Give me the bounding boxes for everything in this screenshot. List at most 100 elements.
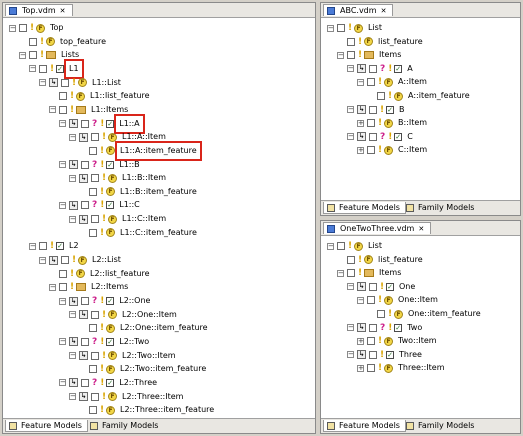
collapse-icon[interactable]: −: [59, 338, 66, 346]
selection-checkbox[interactable]: [81, 119, 89, 128]
tree-row[interactable]: ! F L1::list_feature: [49, 89, 152, 103]
collapse-icon[interactable]: −: [69, 311, 76, 319]
tree-row[interactable]: − ↳! ✓ Three: [347, 348, 424, 362]
tree-row[interactable]: −! F List: [327, 21, 384, 35]
tree-node-label[interactable]: L2::Three::item_feature: [118, 403, 216, 417]
selection-checkbox[interactable]: [369, 350, 377, 359]
tree-node-label[interactable]: list_feature: [376, 253, 425, 267]
selection-checkbox[interactable]: [59, 269, 67, 278]
tree-node-label[interactable]: Two: [405, 321, 424, 335]
tree-row[interactable]: − ↳! ✓ B: [347, 103, 407, 117]
selection-checkbox[interactable]: [61, 256, 69, 265]
tree-node-label[interactable]: One::item_feature: [406, 307, 483, 321]
tab-family-models[interactable]: Family Models: [403, 202, 479, 214]
tree-row[interactable]: −! ✓ L2: [29, 239, 81, 253]
tree-row[interactable]: − ↳?! ✓ L1::C: [59, 198, 142, 212]
collapse-icon[interactable]: −: [19, 51, 26, 59]
tab-abc-vdm[interactable]: ABC.vdm ✕: [323, 4, 394, 16]
tree-node-label[interactable]: A::Item: [396, 75, 429, 89]
tree-node-label[interactable]: L2: [67, 239, 81, 253]
collapse-icon[interactable]: −: [347, 106, 354, 114]
expand-icon[interactable]: +: [357, 119, 364, 127]
tree-row[interactable]: −! F One::Item: [357, 293, 440, 307]
tab-family-models[interactable]: Family Models: [87, 420, 163, 432]
tree-row[interactable]: −! L2::Items: [49, 280, 130, 294]
selection-checkbox[interactable]: [377, 92, 385, 100]
selection-checkbox[interactable]: [347, 37, 355, 46]
tree-node-label[interactable]: L1::List: [90, 76, 123, 90]
highlighted-tree-node-label[interactable]: L1::A::item_feature: [115, 140, 202, 161]
collapse-icon[interactable]: −: [69, 352, 76, 360]
tree-row[interactable]: − ↳?! ✓ L2::Two: [59, 335, 151, 349]
tree-row[interactable]: +! F B::Item: [357, 116, 429, 130]
collapse-icon[interactable]: −: [59, 297, 66, 305]
tree-node-label[interactable]: L2::List: [90, 253, 123, 267]
tree-node-label[interactable]: B::Item: [396, 116, 429, 130]
selection-checkbox[interactable]: [369, 282, 377, 291]
tree-node-label[interactable]: L2::Items: [89, 280, 130, 294]
top-feature-tree[interactable]: −! F Top! Ftop_feature −! Lists −! ✓ L1− ↳! F L1::L…: [3, 17, 315, 419]
selection-checkbox[interactable]: [81, 337, 89, 346]
tree-node-label[interactable]: Three: [397, 348, 424, 362]
tree-row[interactable]: − ↳?! ✓ L1::B: [59, 158, 142, 172]
tree-node-label[interactable]: Top: [48, 21, 66, 35]
tree-row[interactable]: −! ✓ L1: [29, 58, 84, 79]
tree-row[interactable]: − ↳?! ✓ A: [347, 62, 415, 76]
selection-checkbox[interactable]: [369, 105, 377, 114]
tree-row[interactable]: −! Items: [337, 48, 403, 62]
collapse-icon[interactable]: −: [357, 296, 364, 304]
collapse-icon[interactable]: −: [69, 133, 76, 141]
tree-node-label[interactable]: L1::C::item_feature: [118, 226, 199, 240]
selection-checkbox[interactable]: [367, 78, 375, 87]
tree-row[interactable]: ! Flist_feature: [337, 35, 425, 49]
selection-checkbox[interactable]: [89, 187, 97, 196]
tree-row[interactable]: ! F L2::One::item_feature: [79, 321, 210, 335]
selection-checkbox[interactable]: [347, 255, 355, 264]
tree-row[interactable]: ! F A::item_feature: [367, 89, 472, 103]
tree-row[interactable]: − ↳?! ✓ Two: [347, 321, 424, 335]
tree-node-label[interactable]: B: [397, 103, 407, 117]
tree-node-label[interactable]: List: [366, 21, 384, 35]
selection-checkbox[interactable]: [29, 51, 37, 60]
collapse-icon[interactable]: −: [59, 120, 66, 128]
tree-node-label[interactable]: One::Item: [396, 293, 440, 307]
tree-row[interactable]: +! F Two::Item: [357, 334, 439, 348]
tree-node-label[interactable]: One: [397, 280, 417, 294]
tree-row[interactable]: ! F L2::list_feature: [49, 267, 152, 281]
tree-row[interactable]: ! F L1::B::item_feature: [79, 185, 199, 199]
selection-checkbox[interactable]: [89, 406, 97, 415]
tab-onetwothree-vdm[interactable]: OneTwoThree.vdm ✕: [323, 222, 432, 234]
collapse-icon[interactable]: −: [327, 242, 334, 250]
collapse-icon[interactable]: −: [69, 215, 76, 223]
tree-row[interactable]: − ↳! F L2::Three::Item: [69, 390, 185, 404]
tab-family-models[interactable]: Family Models: [403, 420, 479, 432]
tree-node-label[interactable]: Items: [377, 266, 403, 280]
collapse-icon[interactable]: −: [337, 51, 344, 59]
selection-checkbox[interactable]: [81, 378, 89, 387]
selection-checkbox[interactable]: [39, 64, 47, 73]
tree-node-label[interactable]: L1::A::Item: [120, 130, 168, 144]
selection-checkbox[interactable]: [81, 297, 89, 305]
tree-row[interactable]: +! F C::Item: [357, 143, 429, 157]
tree-row[interactable]: −! L1::Items: [49, 103, 130, 117]
close-icon[interactable]: ✕: [418, 225, 424, 233]
selection-checkbox[interactable]: [91, 392, 99, 401]
tree-row[interactable]: ! F L2::Two::item_feature: [79, 362, 208, 376]
collapse-icon[interactable]: −: [357, 78, 364, 86]
tree-node-label[interactable]: L1::B::item_feature: [118, 185, 199, 199]
tree-row[interactable]: − ↳?! ✓ C: [347, 130, 415, 144]
selection-checkbox[interactable]: [367, 146, 375, 155]
expand-icon[interactable]: +: [357, 146, 364, 154]
tree-row[interactable]: − ↳! F L1::A::Item: [69, 130, 168, 144]
tab-top-vdm[interactable]: Top.vdm ✕: [5, 4, 73, 16]
collapse-icon[interactable]: −: [337, 269, 344, 277]
abc-feature-tree[interactable]: −! F List! Flist_feature −! Items − ↳?! ✓ A −! F A::…: [321, 17, 520, 201]
collapse-icon[interactable]: −: [69, 174, 76, 182]
tree-row[interactable]: ! Flist_feature: [337, 253, 425, 267]
tree-node-label[interactable]: L2::Two::item_feature: [118, 362, 208, 376]
selection-checkbox[interactable]: [337, 242, 345, 250]
tree-node-label[interactable]: L2::One: [117, 294, 152, 308]
selection-checkbox[interactable]: [89, 228, 97, 237]
selection-checkbox[interactable]: [89, 324, 97, 333]
selection-checkbox[interactable]: [337, 24, 345, 32]
